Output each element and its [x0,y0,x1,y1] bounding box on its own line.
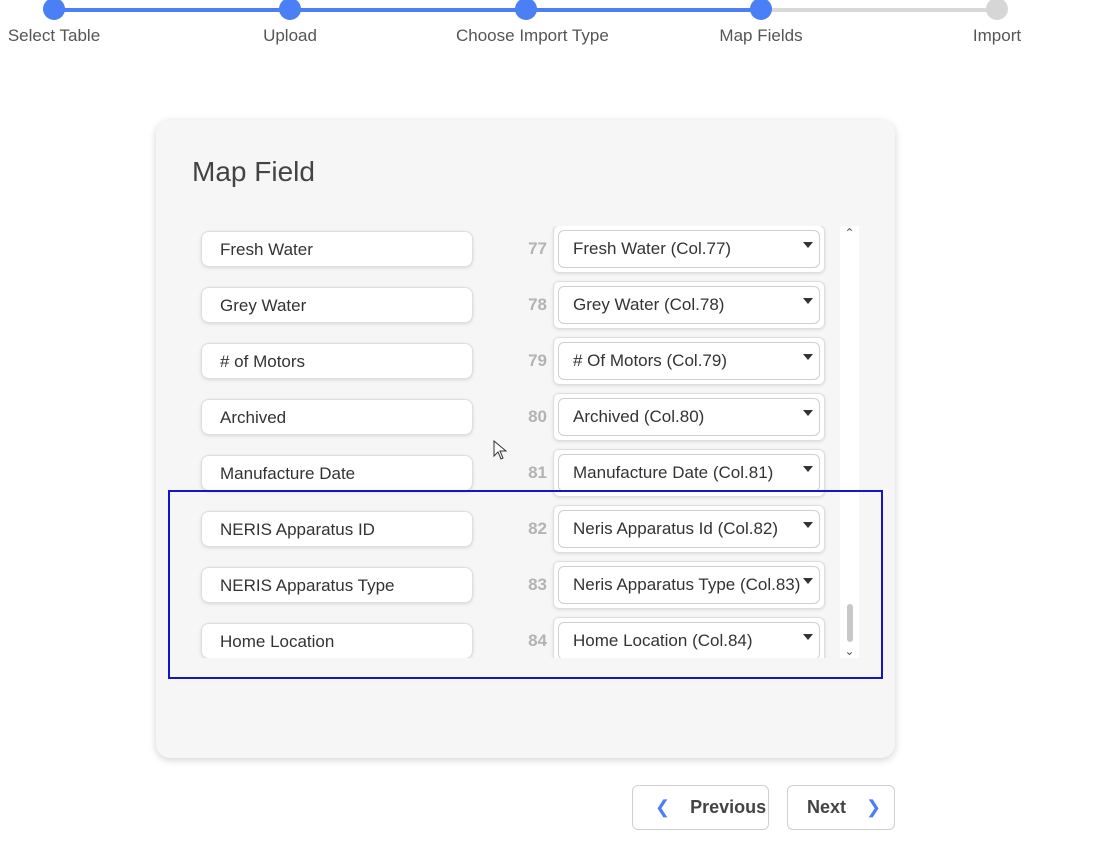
column-mapping-select[interactable]: Grey Water (Col.78) [553,281,825,329]
step-label: Map Fields [719,26,803,45]
chevron-right-icon: ❯ [866,797,882,817]
column-mapping-select[interactable]: Neris Apparatus Type (Col.83) [553,561,825,609]
mapping-row: Manufacture Date 81 Manufacture Date (Co… [156,449,895,511]
select-value: Grey Water (Col.78) [558,286,820,324]
step-label: Import [972,26,1022,45]
field-name-box: Archived [201,399,473,435]
step-upload[interactable]: Upload [220,0,360,46]
column-mapping-select[interactable]: Archived (Col.80) [553,393,825,441]
column-mapping-select[interactable]: Neris Apparatus Id (Col.82) [553,505,825,553]
column-number: 82 [528,519,547,538]
mouse-cursor-icon [493,440,508,460]
mapping-row: NERIS Apparatus ID 82 Neris Apparatus Id… [156,505,895,567]
column-number: 83 [528,575,547,594]
step-map-fields[interactable]: Map Fields [691,0,831,46]
step-dot [986,0,1008,20]
column-number: 78 [528,295,547,314]
mapping-row: Home Location 84 Home Location (Col.84) [156,617,895,658]
field-name-box: Fresh Water [201,231,473,267]
step-label: Choose Import Type [456,26,609,45]
caret-down-icon [803,466,813,472]
step-dot [279,0,301,20]
next-button[interactable]: Next ❯ [787,785,895,830]
map-field-card: Map Field Fresh Water 77 Fresh Water (Co… [156,120,895,758]
step-import[interactable]: Import [927,0,1067,46]
step-choose-import-type[interactable]: Choose Import Type [456,0,609,46]
caret-down-icon [803,410,813,416]
scroll-thumb[interactable] [847,604,853,642]
import-stepper: Select Table Upload Choose Import Type M… [0,0,1093,60]
field-mapping-list[interactable]: Fresh Water 77 Fresh Water (Col.77) Grey… [156,226,895,658]
caret-down-icon [803,298,813,304]
mapping-row: Grey Water 78 Grey Water (Col.78) [156,281,895,343]
column-mapping-select[interactable]: Home Location (Col.84) [553,617,825,658]
field-name-box: Home Location [201,623,473,658]
scroll-down-icon[interactable]: ⌄ [840,644,859,658]
column-mapping-select[interactable]: # Of Motors (Col.79) [553,337,825,385]
previous-label: Previous [690,797,767,817]
previous-button[interactable]: ❮ Previous [632,785,769,830]
field-name-box: NERIS Apparatus ID [201,511,473,547]
select-value: Archived (Col.80) [558,398,820,436]
field-name-box: Grey Water [201,287,473,323]
column-number: 81 [528,463,547,482]
step-label: Upload [263,26,317,45]
stepper-progress-track [54,8,761,12]
caret-down-icon [803,242,813,248]
column-mapping-select[interactable]: Fresh Water (Col.77) [553,226,825,273]
mapping-row: # of Motors 79 # Of Motors (Col.79) [156,337,895,399]
chevron-left-icon: ❮ [655,797,671,817]
caret-down-icon [803,522,813,528]
card-title: Map Field [192,156,315,187]
list-scrollbar[interactable]: ⌃ ⌄ [840,226,859,658]
mapping-row: Fresh Water 77 Fresh Water (Col.77) [156,226,895,287]
column-number: 80 [528,407,547,426]
caret-down-icon [803,578,813,584]
column-number: 79 [528,351,547,370]
next-label: Next [807,797,847,817]
column-number: 84 [528,631,547,650]
caret-down-icon [803,634,813,640]
field-name-box: Manufacture Date [201,455,473,491]
mapping-row: Archived 80 Archived (Col.80) [156,393,895,455]
select-value: Home Location (Col.84) [558,622,820,658]
field-name-box: NERIS Apparatus Type [201,567,473,603]
scroll-up-icon[interactable]: ⌃ [840,226,859,240]
select-value: Manufacture Date (Col.81) [558,454,820,492]
select-value: Neris Apparatus Id (Col.82) [558,510,820,548]
step-select-table[interactable]: Select Table [0,0,124,46]
column-mapping-select[interactable]: Manufacture Date (Col.81) [553,449,825,497]
step-dot [43,0,65,20]
caret-down-icon [803,354,813,360]
select-value: Fresh Water (Col.77) [558,230,820,268]
mapping-row: NERIS Apparatus Type 83 Neris Apparatus … [156,561,895,623]
select-value: Neris Apparatus Type (Col.83) [558,566,820,604]
select-value: # Of Motors (Col.79) [558,342,820,380]
step-dot [750,0,772,20]
step-label: Select Table [7,26,101,45]
field-name-box: # of Motors [201,343,473,379]
column-number: 77 [528,239,547,258]
step-dot [515,0,537,20]
